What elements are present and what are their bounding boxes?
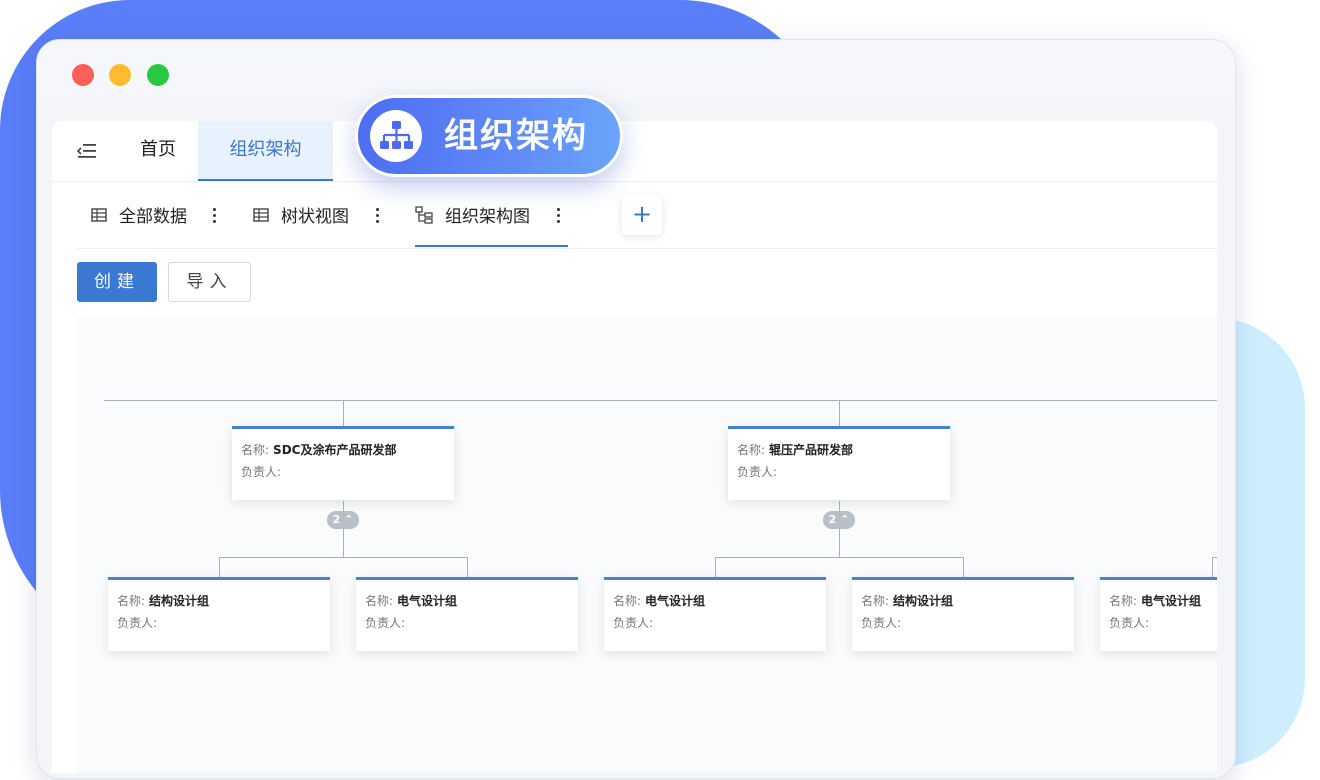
view-tab-label: 组织架构图 — [445, 207, 530, 227]
org-node[interactable]: 名称: 电气设计组 负责人: — [604, 577, 826, 651]
collapse-children-button[interactable]: 2 ⌃ — [327, 511, 359, 529]
node-name: 辊压产品研发部 — [769, 443, 854, 457]
app-window: 首页 组织架构 全部数据 树状视图 组织架构图 + 创建 导入 名称: SDC及… — [36, 39, 1236, 779]
connector-line — [963, 557, 964, 577]
view-tab-all-data[interactable]: 全部数据 — [91, 181, 187, 248]
connector-line — [343, 501, 344, 557]
import-button[interactable]: 导入 — [168, 262, 251, 302]
connector-line — [1212, 557, 1213, 577]
view-tab-org-chart[interactable]: 组织架构图 — [415, 181, 530, 248]
tab-org-structure[interactable]: 组织架构 — [198, 121, 333, 181]
org-node[interactable]: 名称: 电气设计组 负责人: — [356, 577, 578, 651]
node-name: 电气设计组 — [397, 594, 458, 608]
view-tab-tree[interactable]: 树状视图 — [253, 181, 349, 248]
add-view-button[interactable]: + — [622, 195, 662, 235]
table-icon — [91, 207, 107, 222]
owner-label: 负责人: — [1109, 616, 1150, 630]
more-options-icon[interactable] — [213, 206, 217, 224]
tab-home[interactable]: 首页 — [140, 121, 176, 181]
org-chart-icon — [370, 110, 422, 162]
page-tab-bar: 首页 组织架构 — [52, 121, 1217, 182]
table-icon — [253, 207, 269, 222]
connector-line — [715, 557, 963, 558]
view-tab-bar: 全部数据 树状视图 组织架构图 + — [77, 181, 1217, 249]
node-name: 结构设计组 — [893, 594, 954, 608]
close-window-button[interactable] — [72, 64, 94, 86]
org-node[interactable]: 名称: 结构设计组 负责人: — [108, 577, 330, 651]
connector-line — [219, 557, 220, 577]
collapse-children-button[interactable]: 2 ⌃ — [823, 511, 855, 529]
org-node[interactable]: 名称: 辊压产品研发部 负责人: — [728, 426, 950, 500]
view-tab-label: 树状视图 — [281, 207, 349, 227]
create-button[interactable]: 创建 — [77, 262, 157, 302]
org-chart-canvas[interactable]: 名称: SDC及涂布产品研发部 负责人: 名称: 辊压产品研发部 负责人: 2 ⌃ … — [77, 317, 1217, 773]
connector-line — [715, 557, 716, 577]
more-options-icon[interactable] — [557, 206, 561, 224]
maximize-window-button[interactable] — [147, 64, 169, 86]
name-label: 名称: — [117, 594, 146, 608]
org-node[interactable]: 名称: SDC及涂布产品研发部 负责人: — [232, 426, 454, 500]
owner-label: 负责人: — [117, 616, 158, 630]
connector-line — [467, 557, 468, 577]
org-node[interactable]: 名称: 电气设计组 负责人: — [1100, 577, 1217, 651]
connector-line — [839, 501, 840, 557]
collapse-menu-icon[interactable] — [77, 143, 97, 159]
node-name: 结构设计组 — [149, 594, 210, 608]
owner-label: 负责人: — [737, 465, 778, 479]
owner-label: 负责人: — [613, 616, 654, 630]
feature-banner-label: 组织架构 — [444, 116, 588, 156]
view-tab-label: 全部数据 — [119, 207, 187, 227]
children-count: 2 — [828, 513, 837, 526]
org-tree-icon — [415, 205, 433, 224]
name-label: 名称: — [737, 443, 766, 457]
connector-line — [839, 400, 840, 426]
connector-line — [343, 400, 344, 426]
title-bar — [37, 40, 1235, 102]
name-label: 名称: — [1109, 594, 1138, 608]
children-count: 2 — [332, 513, 341, 526]
connector-line — [219, 557, 467, 558]
node-name: 电气设计组 — [645, 594, 706, 608]
more-options-icon[interactable] — [376, 206, 380, 224]
name-label: 名称: — [613, 594, 642, 608]
name-label: 名称: — [365, 594, 394, 608]
owner-label: 负责人: — [365, 616, 406, 630]
name-label: 名称: — [241, 443, 270, 457]
node-name: 电气设计组 — [1141, 594, 1202, 608]
main-content: 首页 组织架构 全部数据 树状视图 组织架构图 + 创建 导入 名称: SDC及… — [52, 121, 1217, 773]
node-name: SDC及涂布产品研发部 — [273, 443, 397, 457]
feature-banner: 组织架构 — [355, 95, 623, 177]
owner-label: 负责人: — [861, 616, 902, 630]
owner-label: 负责人: — [241, 465, 282, 479]
active-view-indicator — [415, 245, 568, 247]
connector-line — [104, 400, 1217, 401]
minimize-window-button[interactable] — [109, 64, 131, 86]
org-node[interactable]: 名称: 结构设计组 负责人: — [852, 577, 1074, 651]
name-label: 名称: — [861, 594, 890, 608]
